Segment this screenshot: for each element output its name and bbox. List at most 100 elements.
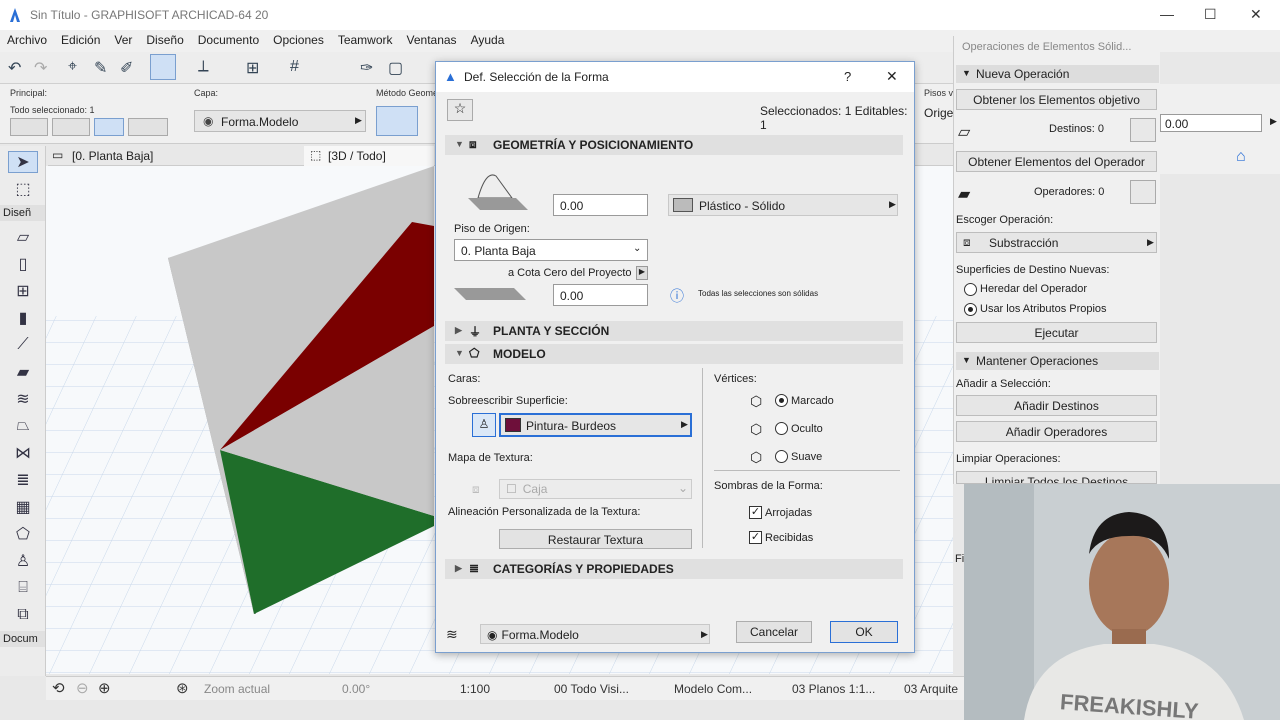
section-categories[interactable]: ▶ ≣ CATEGORÍAS Y PROPIEDADES	[445, 559, 903, 579]
section-plan-and-section[interactable]: ▶ ⏚ PLANTA Y SECCIÓN	[445, 321, 903, 341]
restore-texture-button[interactable]: Restaurar Textura	[499, 529, 692, 549]
stair-tool-icon[interactable]: ≋	[8, 388, 38, 410]
override-toggle-icon[interactable]: ♙	[472, 413, 496, 437]
pick-up-icon[interactable]: ⌖	[68, 58, 77, 76]
menu-ver[interactable]: Ver	[107, 30, 139, 50]
undo-icon[interactable]: ↶	[8, 58, 21, 78]
inherit-operator-radio[interactable]	[964, 283, 977, 296]
zoom-current[interactable]: Zoom actual	[204, 682, 270, 696]
use-own-attributes-radio[interactable]	[964, 303, 977, 316]
get-targets-button[interactable]: Obtener los Elementos objetivo	[956, 89, 1157, 110]
favorites-star-icon[interactable]: ☆	[447, 99, 473, 121]
clear-all-targets-button[interactable]: Limpiar Todos los Destinos	[956, 471, 1157, 484]
offset-input[interactable]: 0.00	[553, 284, 648, 306]
zoom-in-icon[interactable]: ⊕	[98, 679, 111, 697]
operation-dropdown[interactable]: ⧈ Substracción ▶	[956, 232, 1157, 253]
tab-3d[interactable]: [3D / Todo]	[328, 149, 386, 163]
ok-button[interactable]: OK	[830, 621, 898, 643]
help-button[interactable]: ?	[844, 69, 851, 84]
beam-tool-icon[interactable]: ⟋	[8, 334, 38, 356]
menu-ventanas[interactable]: Ventanas	[400, 30, 464, 50]
surface-dropdown[interactable]: Pintura- Burdeos ▶	[499, 413, 692, 437]
texture-map-select[interactable]: ☐ Caja ⌄	[499, 479, 692, 499]
minimize-button[interactable]: —	[1160, 6, 1174, 22]
marquee-button[interactable]	[52, 118, 90, 136]
pen-icon[interactable]: ✑	[360, 58, 373, 78]
eyedropper-icon[interactable]: ✎	[94, 58, 107, 78]
tab-floor-plan[interactable]: [0. Planta Baja]	[72, 149, 153, 163]
roof-tool-icon[interactable]: ⏢	[8, 415, 38, 437]
menu-diseno[interactable]: Diseño	[139, 30, 190, 50]
dialog-close-button[interactable]: ✕	[886, 68, 898, 85]
add-operators-button[interactable]: Añadir Operadores	[956, 421, 1157, 442]
zoom-icon[interactable]: ⊛	[176, 679, 189, 697]
railing-tool-icon[interactable]: ⧉	[8, 604, 38, 626]
syringe-icon[interactable]: ✐	[120, 58, 133, 78]
door-tool-icon[interactable]: ▯	[8, 253, 38, 275]
chevron-right-icon: ▶	[1270, 116, 1277, 126]
shell-tool-icon[interactable]: ⋈	[8, 442, 38, 464]
scale-value[interactable]: 1:100	[460, 682, 490, 696]
model-view-value[interactable]: Modelo Com...	[674, 682, 752, 696]
curtain-wall-tool-icon[interactable]: ▦	[8, 496, 38, 518]
shape-settings-button[interactable]	[128, 118, 168, 136]
wall-tool-icon[interactable]: ▱	[8, 226, 38, 248]
pointer-button[interactable]	[94, 118, 124, 136]
select-targets-button[interactable]	[1130, 118, 1156, 142]
layer-dropdown[interactable]: ◉ Forma.Modelo ▶	[194, 110, 366, 132]
menu-edicion[interactable]: Edición	[54, 30, 107, 50]
rotate-icon[interactable]: ⟲	[52, 679, 65, 697]
maximize-button[interactable]: ☐	[1204, 6, 1217, 23]
fill-icon[interactable]: ▢	[388, 58, 403, 78]
mesh-tool-icon[interactable]: ≣	[8, 469, 38, 491]
renovation-value[interactable]: 03 Arquite	[904, 682, 958, 696]
zoom-out-icon[interactable]: ⊖	[76, 679, 89, 697]
object-tool-icon[interactable]: ♙	[8, 550, 38, 572]
dialog-layer-dropdown[interactable]: ◉ Forma.Modelo ▶	[480, 624, 710, 644]
chevron-right-icon[interactable]: ▶	[636, 266, 648, 280]
section-model[interactable]: ▼ ⬠ MODELO	[445, 344, 903, 364]
window-tool-icon[interactable]: ⊞	[8, 280, 38, 302]
grid-icon[interactable]: #	[290, 58, 299, 76]
arrow-tool-icon[interactable]: ➤	[8, 151, 38, 173]
geometry-method-button[interactable]	[376, 106, 418, 136]
morph-tool-icon[interactable]: ⬠	[8, 523, 38, 545]
zone-tool-icon[interactable]: ⌸	[8, 577, 38, 599]
select-operators-button[interactable]	[1130, 180, 1156, 204]
guide-line-button[interactable]	[150, 54, 176, 80]
height-input[interactable]: 0.00	[553, 194, 648, 216]
menu-ayuda[interactable]: Ayuda	[464, 30, 512, 50]
coordinates-icon[interactable]: ⊞	[246, 58, 259, 78]
elevation-button[interactable]	[10, 118, 48, 136]
navigator-icon[interactable]: ⌂	[1236, 148, 1246, 166]
column-tool-icon[interactable]: ▮	[8, 307, 38, 329]
close-button[interactable]: ✕	[1250, 6, 1262, 23]
keep-operations-section[interactable]: ▼ Mantener Operaciones	[956, 352, 1159, 370]
receive-shadows-checkbox[interactable]: ✓	[749, 531, 762, 544]
cast-shadows-checkbox[interactable]: ✓	[749, 506, 762, 519]
menu-teamwork[interactable]: Teamwork	[331, 30, 400, 50]
menu-documento[interactable]: Documento	[191, 30, 266, 50]
section-geometry[interactable]: ▼ ⧈ GEOMETRÍA Y POSICIONAMIENTO	[445, 135, 903, 155]
menu-opciones[interactable]: Opciones	[266, 30, 331, 50]
execute-button[interactable]: Ejecutar	[956, 322, 1157, 343]
angle-value[interactable]: 0.00°	[342, 682, 370, 696]
slab-tool-icon[interactable]: ▰	[8, 361, 38, 383]
vertex-marked-radio[interactable]	[775, 394, 788, 407]
menu-archivo[interactable]: Archivo	[0, 30, 54, 50]
cancel-button[interactable]: Cancelar	[736, 621, 812, 643]
chevron-right-icon: ▶	[455, 325, 462, 335]
snap-icon[interactable]: ⟂	[198, 58, 209, 76]
new-operation-section[interactable]: ▼ Nueva Operación	[956, 65, 1159, 83]
origin-input[interactable]: 0.00	[1160, 114, 1262, 132]
material-dropdown[interactable]: Plástico - Sólido ▶	[668, 194, 898, 216]
vertex-smooth-radio[interactable]	[775, 450, 788, 463]
redo-icon[interactable]: ↷	[34, 58, 47, 78]
marquee-tool-icon[interactable]: ⬚	[8, 178, 38, 200]
layer-combo-value[interactable]: 00 Todo Visi...	[554, 682, 629, 696]
vertex-hidden-radio[interactable]	[775, 422, 788, 435]
get-operators-button[interactable]: Obtener Elementos del Operador	[956, 151, 1157, 172]
add-targets-button[interactable]: Añadir Destinos	[956, 395, 1157, 416]
home-story-select[interactable]: 0. Planta Baja ⌄	[454, 239, 648, 261]
pen-set-value[interactable]: 03 Planos 1:1...	[792, 682, 875, 696]
